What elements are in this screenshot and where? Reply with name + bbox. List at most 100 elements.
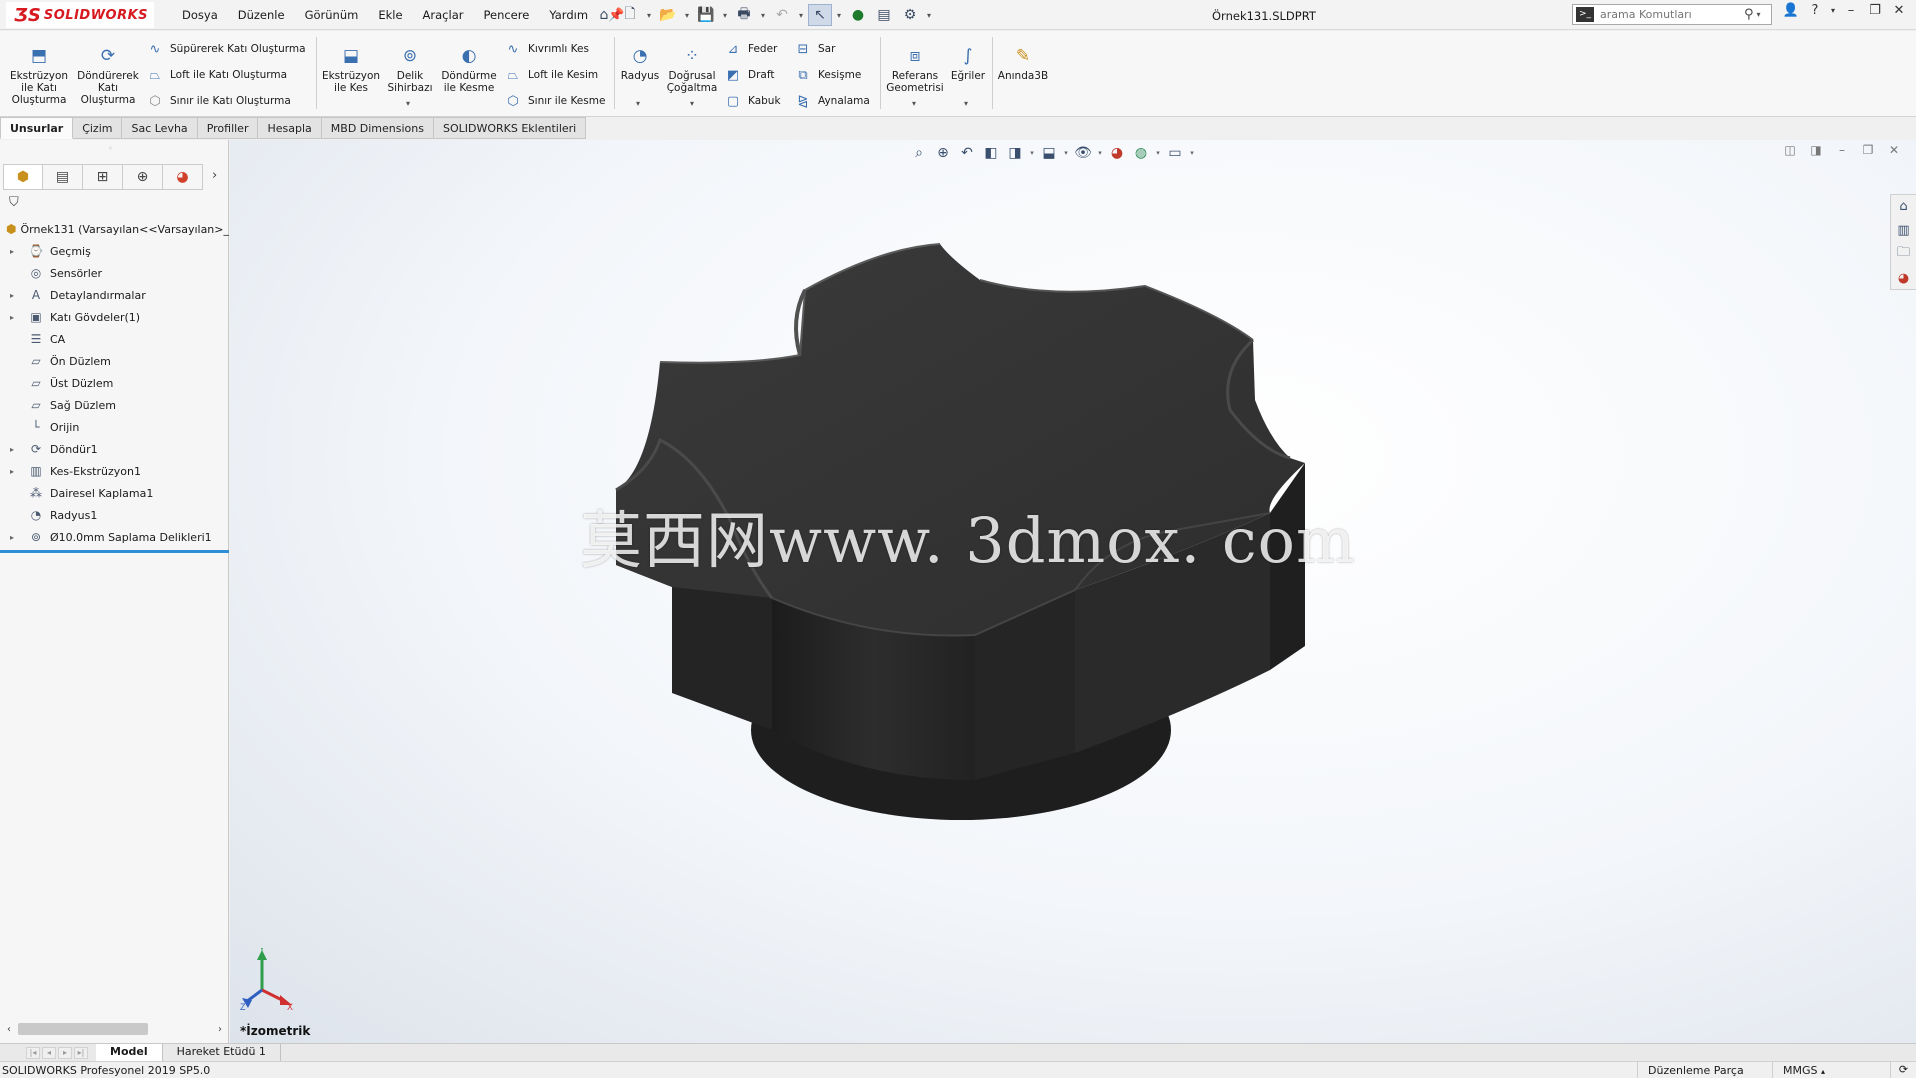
close-icon[interactable]: ✕	[1888, 3, 1910, 18]
print-icon[interactable]: 🖶	[732, 4, 756, 26]
panel-horizontal-scrollbar[interactable]: ‹ ›	[0, 1021, 229, 1037]
search-commands-box[interactable]: >_ ⚲ ▾	[1572, 4, 1772, 25]
menu-file[interactable]: Dosya	[172, 8, 228, 22]
open-icon[interactable]: 📂	[656, 4, 680, 26]
instant3d-button[interactable]: ✎ Anında3B	[996, 45, 1050, 83]
linear-pattern-dropdown[interactable]: ▾	[690, 99, 694, 108]
swept-cut-button[interactable]: ∿ Kıvrımlı Kes	[504, 40, 589, 58]
search-icon[interactable]: ⚲	[1744, 7, 1754, 22]
tab-mbd-dimensions[interactable]: MBD Dimensions	[321, 117, 434, 139]
feature-manager-tab-icon[interactable]: ⬢	[3, 164, 43, 190]
intersect-button[interactable]: ⧉ Kesişme	[794, 66, 861, 84]
help-icon[interactable]: ?	[1804, 3, 1826, 18]
extruded-cut-button[interactable]: ⬓ Ekstrüzyon ile Kes	[320, 45, 382, 95]
search-dropdown[interactable]: ▾	[1754, 10, 1764, 19]
solidworks-resources-icon[interactable]: ⌂	[1891, 195, 1916, 217]
help-dropdown-icon[interactable]: ▾	[1828, 6, 1838, 15]
tree-item[interactable]: ⁂ Dairesel Kaplama1	[0, 482, 229, 504]
print-dropdown[interactable]: ▾	[758, 11, 768, 20]
filter-icon[interactable]: ⛉	[9, 195, 19, 210]
tree-item[interactable]: ▸ ▥ Kes-Ekstrüzyon1	[0, 460, 229, 482]
menu-help[interactable]: Yardım	[539, 8, 598, 22]
display-style-dropdown[interactable]: ▾	[1062, 149, 1070, 157]
linear-pattern-button[interactable]: ⁘ Doğrusal Çoğaltma	[664, 45, 720, 95]
tab-profiles[interactable]: Profiller	[197, 117, 259, 139]
options-dropdown[interactable]: ▾	[924, 11, 934, 20]
revolved-boss-button[interactable]: ⟳ Döndürerek Katı Oluşturma	[76, 45, 140, 107]
tree-item[interactable]: └ Orijin	[0, 416, 229, 438]
draft-button[interactable]: ◩ Draft	[724, 66, 775, 84]
lofted-cut-button[interactable]: ⏢ Loft ile Kesim	[504, 66, 598, 84]
select-dropdown[interactable]: ▾	[834, 11, 844, 20]
tree-item[interactable]: ▱ Ön Düzlem	[0, 350, 229, 372]
expand-arrow-icon[interactable]: ▸	[6, 291, 18, 300]
dimxpert-tab-icon[interactable]: ⊕	[123, 164, 163, 190]
previous-view-icon[interactable]: ↶	[956, 142, 978, 164]
viewport-tile-icon[interactable]: ◫	[1780, 143, 1800, 157]
panel-grip-icon[interactable]: ◦	[108, 144, 113, 153]
scroll-right-icon[interactable]: ›	[211, 1024, 229, 1035]
zoom-to-area-icon[interactable]: ⊕	[932, 142, 954, 164]
tab-evaluate[interactable]: Hesapla	[258, 117, 322, 139]
tree-item[interactable]: ▸ ⟳ Döndür1	[0, 438, 229, 460]
hole-wizard-dropdown[interactable]: ▾	[406, 99, 410, 108]
search-input[interactable]	[1600, 8, 1740, 21]
new-document-icon[interactable]: 🗋	[618, 4, 642, 26]
section-view-icon[interactable]: ◧	[980, 142, 1002, 164]
extruded-boss-button[interactable]: ⬒ Ekstrüzyon ile Katı Oluşturma	[8, 45, 70, 107]
expand-arrow-icon[interactable]: ▸	[6, 467, 18, 476]
view-settings-dropdown[interactable]: ▾	[1188, 149, 1196, 157]
menu-view[interactable]: Görünüm	[295, 8, 369, 22]
first-tab-icon[interactable]: |◂	[26, 1046, 40, 1059]
apply-scene-icon[interactable]: ◍	[1130, 142, 1152, 164]
tab-motion-study[interactable]: Hareket Etüdü 1	[163, 1044, 281, 1061]
menu-edit[interactable]: Düzenle	[228, 8, 295, 22]
hide-show-items-icon[interactable]: 👁	[1072, 142, 1094, 164]
view-orientation-icon[interactable]: ⬓	[1038, 142, 1060, 164]
reference-geometry-button[interactable]: ⧈ Referans Geometrisi	[884, 45, 946, 95]
wrap-button[interactable]: ⊟ Sar	[794, 40, 836, 58]
configuration-manager-tab-icon[interactable]: ⊞	[83, 164, 123, 190]
tab-model[interactable]: Model	[96, 1044, 163, 1061]
tree-item[interactable]: ▸ A Detaylandırmalar	[0, 284, 229, 306]
menu-insert[interactable]: Ekle	[368, 8, 412, 22]
restore-icon[interactable]: ❐	[1864, 3, 1886, 18]
hide-show-dropdown[interactable]: ▾	[1096, 149, 1104, 157]
lofted-boss-button[interactable]: ⏢ Loft ile Katı Oluşturma	[146, 66, 287, 84]
tab-features[interactable]: Unsurlar	[0, 117, 74, 139]
rebuild-icon[interactable]: ●	[846, 4, 870, 26]
chevron-right-icon[interactable]: ›	[212, 168, 217, 183]
user-icon[interactable]: 👤	[1780, 3, 1802, 18]
expand-arrow-icon[interactable]: ▸	[6, 247, 18, 256]
last-tab-icon[interactable]: ▸|	[74, 1046, 88, 1059]
next-tab-icon[interactable]: ▸	[58, 1046, 72, 1059]
fillet-button[interactable]: ◔ Radyus	[618, 45, 662, 83]
scene-dropdown[interactable]: ▾	[1154, 149, 1162, 157]
new-dropdown[interactable]: ▾	[644, 11, 654, 20]
undo-icon[interactable]: ↶	[770, 4, 794, 26]
tree-item[interactable]: ◎ Sensörler	[0, 262, 229, 284]
minimize-icon[interactable]: –	[1840, 3, 1862, 18]
undo-dropdown[interactable]: ▾	[796, 11, 806, 20]
property-manager-tab-icon[interactable]: ▤	[43, 164, 83, 190]
select-cursor-icon[interactable]: ↖	[808, 4, 832, 26]
tree-item[interactable]: ▱ Sağ Düzlem	[0, 394, 229, 416]
expand-arrow-icon[interactable]: ▸	[6, 445, 18, 454]
hole-wizard-button[interactable]: ⊚ Delik Sihirbazı	[384, 45, 436, 95]
tree-item[interactable]: ☰ CA	[0, 328, 229, 350]
tree-item[interactable]: ◔ Radyus1	[0, 504, 229, 526]
rib-button[interactable]: ⊿ Feder	[724, 40, 778, 58]
save-icon[interactable]: 💾	[694, 4, 718, 26]
appearances-icon[interactable]: ◕	[1891, 267, 1916, 289]
viewport-minimize-icon[interactable]: –	[1832, 143, 1852, 157]
tree-root-part[interactable]: ⬢ Örnek131 (Varsayılan<<Varsayılan>_Görü…	[0, 218, 229, 240]
design-library-icon[interactable]: ▥	[1891, 219, 1916, 241]
expand-arrow-icon[interactable]: ▸	[6, 313, 18, 322]
reference-geometry-dropdown[interactable]: ▾	[912, 99, 916, 108]
viewport-restore-icon[interactable]: ❐	[1858, 143, 1878, 157]
file-explorer-icon[interactable]: 🗀	[1891, 243, 1916, 265]
curves-button[interactable]: ∫ Eğriler	[948, 45, 988, 83]
view-orientation-dropdown[interactable]: ▾	[1028, 149, 1036, 157]
menu-window[interactable]: Pencere	[473, 8, 539, 22]
view-settings-icon[interactable]: ▭	[1164, 142, 1186, 164]
